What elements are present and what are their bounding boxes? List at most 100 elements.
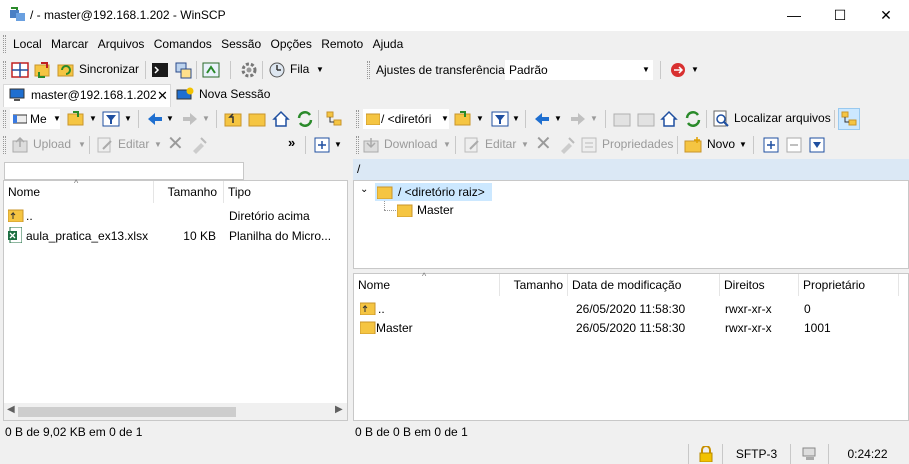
table-row[interactable]: Master 26/05/2020 11:58:30 rwxr-xr-x 100… xyxy=(354,319,908,337)
edit-icon[interactable] xyxy=(462,135,482,155)
local-path-field[interactable] xyxy=(4,162,244,180)
chevron-down-icon[interactable]: ▼ xyxy=(202,114,210,123)
scroll-left-icon[interactable]: ◀ xyxy=(7,404,15,415)
column-header-type[interactable]: Tipo xyxy=(224,181,347,203)
rename-icon[interactable] xyxy=(557,135,577,155)
menu-ajuda[interactable]: Ajuda xyxy=(370,31,407,57)
minimize-button[interactable]: — xyxy=(771,0,817,31)
chevron-down-icon[interactable]: ▼ xyxy=(334,140,342,149)
upload-button[interactable]: Upload xyxy=(33,137,71,151)
column-header-size[interactable]: Tamanho xyxy=(154,181,224,203)
download-icon[interactable] xyxy=(361,135,381,155)
remote-directory-select[interactable]: / <diretóri ▼ xyxy=(363,109,449,129)
chevron-down-icon[interactable]: ▼ xyxy=(476,114,484,123)
refresh-icon[interactable] xyxy=(683,109,703,129)
local-file-list[interactable]: Nome ^ Tamanho Tipo .. Diretório acima a… xyxy=(3,178,348,421)
home-icon[interactable] xyxy=(271,109,291,129)
console-icon[interactable] xyxy=(150,60,170,80)
tree-view-icon[interactable] xyxy=(324,109,344,129)
parent-directory-icon[interactable] xyxy=(612,109,632,129)
toolbar-grip[interactable] xyxy=(367,61,370,79)
find-files-button[interactable]: Localizar arquivos xyxy=(734,111,831,125)
tab-new-session[interactable]: Nova Sessão xyxy=(174,84,274,107)
filter-icon[interactable] xyxy=(101,109,121,129)
column-header-name[interactable]: Nome xyxy=(354,274,500,296)
download-button[interactable]: Download xyxy=(384,137,437,151)
delete-icon[interactable]: ✕ xyxy=(167,133,184,155)
new-folder-icon[interactable] xyxy=(683,135,703,155)
chevron-down-icon[interactable]: ▼ xyxy=(554,114,562,123)
chevron-down-icon[interactable]: ⌄ xyxy=(360,184,368,195)
expand-icon[interactable] xyxy=(312,135,332,155)
column-header-modified[interactable]: Data de modificação xyxy=(568,274,720,296)
refresh-icon[interactable] xyxy=(295,109,315,129)
chevron-down-icon[interactable]: ▼ xyxy=(739,140,747,149)
transfer-settings-select[interactable]: Padrão ▼ xyxy=(505,60,653,80)
edit-icon[interactable] xyxy=(95,135,115,155)
collapse-icon[interactable] xyxy=(784,135,804,155)
compare-directories-icon[interactable] xyxy=(10,60,30,80)
menu-remoto[interactable]: Remoto xyxy=(318,31,366,57)
toolbar-grip[interactable] xyxy=(3,35,6,53)
chevron-down-icon[interactable]: ▼ xyxy=(166,114,174,123)
putty-icon[interactable] xyxy=(173,60,193,80)
menu-local[interactable]: Local xyxy=(10,31,45,57)
horizontal-scrollbar[interactable]: ◀ ▶ xyxy=(4,403,347,420)
more-chevron-icon[interactable]: » xyxy=(288,135,295,150)
menu-comandos[interactable]: Comandos xyxy=(151,31,215,57)
chevron-down-icon[interactable]: ▼ xyxy=(89,114,97,123)
new-button[interactable]: Novo xyxy=(707,137,735,151)
back-arrow-icon[interactable] xyxy=(532,109,552,129)
toolbar-grip[interactable] xyxy=(3,136,6,154)
local-drive-select[interactable]: Me ▼ xyxy=(10,109,61,129)
menu-opcoes[interactable]: Opções xyxy=(268,31,315,57)
synchronize-button[interactable]: Sincronizar xyxy=(79,62,139,76)
tree-view-icon[interactable] xyxy=(838,108,860,130)
edit-button[interactable]: Editar xyxy=(118,137,149,151)
gear-icon[interactable] xyxy=(239,60,259,80)
filter-icon[interactable] xyxy=(490,109,510,129)
properties-icon[interactable] xyxy=(579,135,599,155)
select-filter-icon[interactable] xyxy=(807,135,827,155)
rename-icon[interactable] xyxy=(189,135,209,155)
chevron-down-icon[interactable]: ▼ xyxy=(124,114,132,123)
root-directory-icon[interactable] xyxy=(247,109,267,129)
toolbar-grip[interactable] xyxy=(3,61,6,79)
tree-node-master[interactable]: Master xyxy=(395,201,485,219)
maximize-button[interactable]: ☐ xyxy=(817,0,863,31)
forward-arrow-icon[interactable] xyxy=(180,109,200,129)
home-icon[interactable] xyxy=(659,109,679,129)
forward-arrow-icon[interactable] xyxy=(568,109,588,129)
find-files-icon[interactable] xyxy=(711,109,731,129)
toolbar-grip[interactable] xyxy=(356,110,359,128)
column-header-name[interactable]: Nome xyxy=(4,181,154,203)
chevron-down-icon[interactable]: ▼ xyxy=(590,114,598,123)
expand-icon[interactable] xyxy=(761,135,781,155)
transfer-settings-icon[interactable] xyxy=(668,60,688,80)
queue-icon[interactable] xyxy=(267,60,287,80)
table-row[interactable]: aula_pratica_ex13.xlsx 10 KB Planilha do… xyxy=(4,227,347,245)
chevron-down-icon[interactable]: ▼ xyxy=(443,140,451,149)
queue-button[interactable]: Fila xyxy=(290,62,309,76)
open-folder-icon[interactable] xyxy=(453,109,473,129)
tab-session[interactable]: master@192.168.1.202 ✕ xyxy=(3,84,171,107)
new-session-icon[interactable] xyxy=(201,60,221,80)
menu-arquivos[interactable]: Arquivos xyxy=(95,31,148,57)
remote-path-bar[interactable]: / xyxy=(353,159,909,180)
open-folder-icon[interactable] xyxy=(66,109,86,129)
back-arrow-icon[interactable] xyxy=(145,109,165,129)
chevron-down-icon[interactable]: ▼ xyxy=(521,140,529,149)
table-row[interactable]: .. Diretório acima xyxy=(4,207,347,225)
remote-directory-tree[interactable]: ⌄ / <diretório raiz> Master xyxy=(353,180,909,269)
remote-file-list[interactable]: Nome ^ Tamanho Data de modificação Direi… xyxy=(353,271,909,421)
delete-icon[interactable]: ✕ xyxy=(535,133,552,155)
chevron-down-icon[interactable]: ▼ xyxy=(512,114,520,123)
column-header-rights[interactable]: Direitos xyxy=(720,274,799,296)
chevron-down-icon[interactable]: ▼ xyxy=(691,65,699,74)
chevron-down-icon[interactable]: ▼ xyxy=(78,140,86,149)
toolbar-grip[interactable] xyxy=(356,136,359,154)
synchronize-icon[interactable] xyxy=(56,60,76,80)
properties-button[interactable]: Propriedades xyxy=(602,137,673,151)
column-header-size[interactable]: Tamanho xyxy=(500,274,568,296)
chevron-down-icon[interactable]: ▼ xyxy=(154,140,162,149)
